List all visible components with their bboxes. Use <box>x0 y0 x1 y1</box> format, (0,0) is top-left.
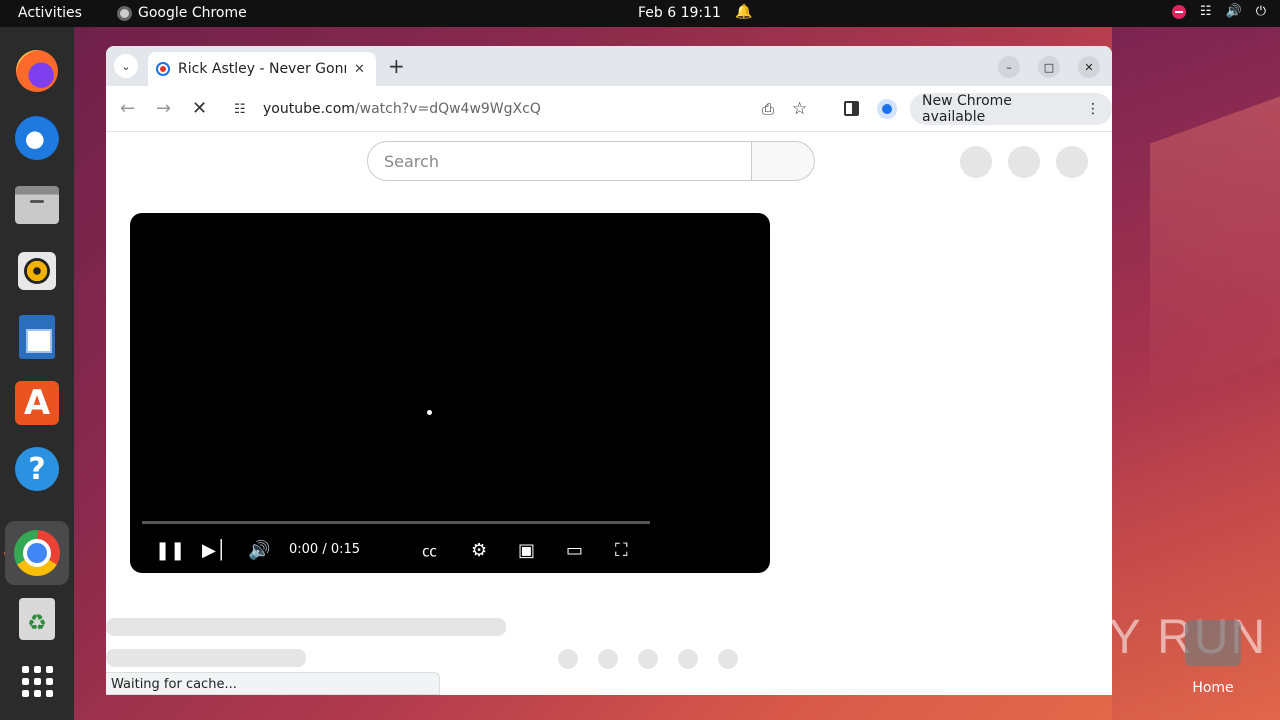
update-label: New Chrome available <box>922 93 1012 125</box>
wallpaper-highlight <box>1150 96 1280 404</box>
placeholder-circle <box>1008 146 1040 178</box>
fullscreen-icon[interactable]: ⛶ <box>615 540 628 561</box>
power-icon: ⏻ <box>1255 4 1266 19</box>
profile-avatar[interactable] <box>877 99 897 119</box>
dock-trash[interactable]: ♻ <box>13 595 61 643</box>
loading-favicon-icon <box>156 62 170 76</box>
chrome-app-icon <box>117 5 132 21</box>
kebab-menu-icon: ⋮ <box>1086 101 1100 117</box>
writer-icon <box>19 315 55 359</box>
dock-writer[interactable] <box>13 313 61 361</box>
minimize-button[interactable]: – <box>998 56 1020 78</box>
thunderbird-icon <box>15 116 59 160</box>
miniplayer-icon[interactable]: ▣ <box>518 540 535 561</box>
system-tray[interactable]: ☷ 🔊 ⏻ <box>1171 4 1266 19</box>
status-bubble: Waiting for cache... <box>106 672 440 695</box>
dock-chrome[interactable] <box>5 521 69 585</box>
dock-files[interactable] <box>13 181 61 229</box>
notification-bell-icon[interactable]: 🔔 <box>735 4 752 20</box>
volume-icon[interactable]: 🔊 <box>248 540 270 561</box>
pause-icon[interactable]: ❚❚ <box>155 540 185 561</box>
software-icon: A <box>15 381 59 425</box>
progress-bar[interactable] <box>142 521 650 524</box>
desktop-home-folder[interactable]: Home <box>1184 620 1242 708</box>
app-menu[interactable]: Google Chrome <box>117 5 247 21</box>
skeleton-dot <box>718 649 738 669</box>
placeholder-circle <box>960 146 992 178</box>
top-bar: Activities Google Chrome Feb 6 19:11 🔔 ☷… <box>0 0 1280 27</box>
back-button[interactable]: ← <box>120 98 135 119</box>
time-display: 0:00 / 0:15 <box>289 542 361 557</box>
update-chrome-button[interactable]: New Chrome available ⋮ <box>910 93 1112 125</box>
home-folder-icon <box>1185 620 1241 666</box>
tab-title: Rick Astley - Never Gonna Give You Up <box>178 61 346 77</box>
settings-gear-icon[interactable]: ⚙ <box>471 540 487 561</box>
activities-button[interactable]: Activities <box>18 5 82 21</box>
show-applications-button[interactable] <box>13 657 61 705</box>
maximize-button[interactable]: □ <box>1038 56 1060 78</box>
chrome-icon <box>14 530 60 576</box>
app-grid-icon <box>21 665 53 697</box>
files-icon <box>15 186 59 224</box>
dock-software[interactable]: A <box>13 379 61 427</box>
tab-close-icon[interactable]: ✕ <box>354 62 365 77</box>
loading-spinner <box>427 410 432 415</box>
dock-help[interactable]: ? <box>13 445 61 493</box>
skeleton-dot <box>558 649 578 669</box>
next-video-icon[interactable]: ▶│ <box>202 540 227 561</box>
site-info-icon[interactable]: ☷ <box>234 102 246 117</box>
help-icon: ? <box>15 447 59 491</box>
url-path: /watch?v=dQw4w9WgXcQ <box>354 101 541 117</box>
dock: A ? ♻ <box>0 27 74 720</box>
bookmark-star-icon[interactable]: ☆ <box>792 99 807 119</box>
browser-toolbar: ← → ✕ ☷ youtube.com/watch?v=dQw4w9WgXcQ … <box>106 86 1112 132</box>
skeleton-title <box>106 618 506 636</box>
youtube-page: Search ❚❚ ▶│ 🔊 0:00 / 0:15 ㏄ ⚙ ▣ ▭ ⛶ Wai… <box>106 132 1112 695</box>
search-input[interactable]: Search <box>367 141 752 181</box>
chrome-window: ⌄ Rick Astley - Never Gonna Give You Up … <box>106 46 1112 695</box>
captions-icon[interactable]: ㏄ <box>422 540 437 561</box>
trash-icon: ♻ <box>19 598 55 640</box>
video-player[interactable]: ❚❚ ▶│ 🔊 0:00 / 0:15 ㏄ ⚙ ▣ ▭ ⛶ <box>130 213 770 573</box>
do-not-disturb-icon <box>1171 4 1186 19</box>
volume-icon: 🔊 <box>1225 4 1242 19</box>
network-icon: ☷ <box>1199 4 1212 19</box>
dock-thunderbird[interactable] <box>13 114 61 162</box>
tab-youtube[interactable]: Rick Astley - Never Gonna Give You Up ✕ <box>148 52 376 86</box>
dock-rhythmbox[interactable] <box>13 247 61 295</box>
skeleton-dot <box>598 649 618 669</box>
side-panel-icon[interactable] <box>844 101 859 116</box>
stop-loading-button[interactable]: ✕ <box>192 98 207 119</box>
forward-button[interactable]: → <box>156 98 171 119</box>
new-tab-button[interactable]: + <box>388 54 405 78</box>
search-button[interactable] <box>751 141 815 181</box>
tab-search-button[interactable]: ⌄ <box>114 54 138 78</box>
home-folder-label: Home <box>1192 680 1234 696</box>
skeleton-dot <box>638 649 658 669</box>
firefox-icon <box>16 50 58 92</box>
app-menu-label: Google Chrome <box>138 5 247 21</box>
close-window-button[interactable]: ✕ <box>1078 56 1100 78</box>
skeleton-channel <box>106 649 306 667</box>
theater-mode-icon[interactable]: ▭ <box>566 540 583 561</box>
placeholder-circle <box>1056 146 1088 178</box>
dock-firefox[interactable] <box>13 47 61 95</box>
url-text: youtube.com/watch?v=dQw4w9WgXcQ <box>263 101 541 117</box>
install-app-icon[interactable]: ⎙ <box>762 100 774 118</box>
tab-strip: ⌄ Rick Astley - Never Gonna Give You Up … <box>106 46 1112 86</box>
skeleton-dot <box>678 649 698 669</box>
address-bar[interactable]: ☷ youtube.com/watch?v=dQw4w9WgXcQ ⎙ ☆ <box>222 93 814 125</box>
url-host: youtube.com <box>263 101 355 117</box>
clock[interactable]: Feb 6 19:11 <box>638 5 721 21</box>
rhythmbox-icon <box>18 252 56 290</box>
